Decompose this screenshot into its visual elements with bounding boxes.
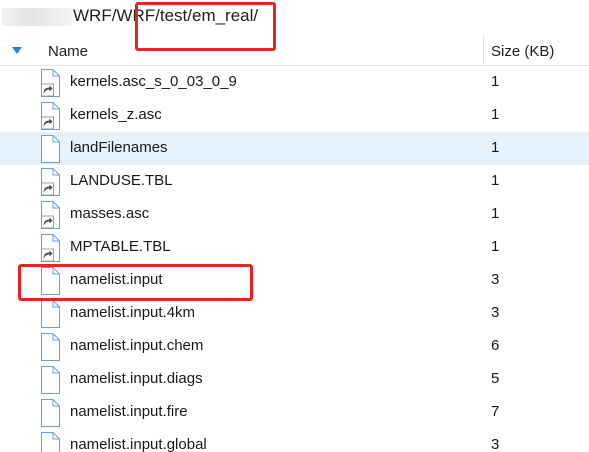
shortcut-file-icon — [41, 102, 60, 130]
file-icon — [41, 432, 60, 452]
file-row[interactable]: namelist.input 3 — [0, 264, 589, 297]
file-icon — [41, 333, 60, 361]
file-icon — [41, 399, 60, 427]
file-name: MPTABLE.TBL — [70, 238, 171, 255]
file-size: 3 — [491, 271, 500, 288]
shortcut-file-icon — [41, 201, 60, 229]
file-row[interactable]: masses.asc 1 — [0, 198, 589, 231]
file-size: 3 — [491, 304, 500, 321]
file-size: 5 — [491, 370, 500, 387]
file-size: 1 — [491, 238, 500, 255]
file-size: 3 — [491, 436, 500, 452]
file-name: kernels_z.asc — [70, 106, 162, 123]
column-separator[interactable] — [483, 36, 484, 66]
file-name: LANDUSE.TBL — [70, 172, 173, 189]
file-row[interactable]: namelist.input.fire 7 — [0, 396, 589, 429]
file-row[interactable]: kernels.asc_s_0_03_0_9 1 — [0, 66, 589, 99]
file-name: namelist.input.4km — [70, 304, 196, 321]
file-list: kernels.asc_s_0_03_0_9 1 kernels_z.asc 1 lan… — [0, 66, 589, 452]
file-size: 1 — [491, 139, 500, 156]
file-row[interactable]: LANDUSE.TBL 1 — [0, 165, 589, 198]
shortcut-file-icon — [41, 69, 60, 97]
file-name: namelist.input.global — [70, 436, 207, 452]
path-text: WRF/WRF/test/em_real/ — [73, 6, 259, 25]
file-name: namelist.input.fire — [70, 403, 188, 420]
file-name: namelist.input.diags — [70, 370, 203, 387]
file-row[interactable]: namelist.input.chem 6 — [0, 330, 589, 363]
address-bar[interactable]: WRF/WRF/test/em_real/ — [0, 0, 589, 36]
file-icon — [41, 135, 60, 163]
file-size: 1 — [491, 73, 500, 90]
file-row[interactable]: namelist.input.global 3 — [0, 429, 589, 452]
shortcut-file-icon — [41, 168, 60, 196]
file-row[interactable]: landFilenames 1 — [0, 132, 589, 165]
path-prefix-redacted — [2, 8, 72, 26]
column-name-header[interactable]: Name — [48, 43, 88, 60]
column-header: Name Size (KB) — [0, 36, 589, 66]
file-name: kernels.asc_s_0_03_0_9 — [70, 73, 237, 90]
shortcut-file-icon — [41, 234, 60, 262]
file-size: 6 — [491, 337, 500, 354]
file-size: 1 — [491, 172, 500, 189]
file-name: landFilenames — [70, 139, 168, 156]
file-icon — [41, 300, 60, 328]
file-size: 1 — [491, 205, 500, 222]
file-icon — [41, 366, 60, 394]
file-size: 1 — [491, 106, 500, 123]
sort-descending-icon[interactable] — [10, 44, 24, 56]
file-icon — [41, 267, 60, 295]
file-row[interactable]: MPTABLE.TBL 1 — [0, 231, 589, 264]
column-size-header[interactable]: Size (KB) — [491, 43, 554, 60]
file-row[interactable]: namelist.input.diags 5 — [0, 363, 589, 396]
file-size: 7 — [491, 403, 500, 420]
file-name: masses.asc — [70, 205, 150, 222]
file-name: namelist.input — [70, 271, 163, 288]
file-row[interactable]: namelist.input.4km 3 — [0, 297, 589, 330]
file-name: namelist.input.chem — [70, 337, 204, 354]
file-row[interactable]: kernels_z.asc 1 — [0, 99, 589, 132]
